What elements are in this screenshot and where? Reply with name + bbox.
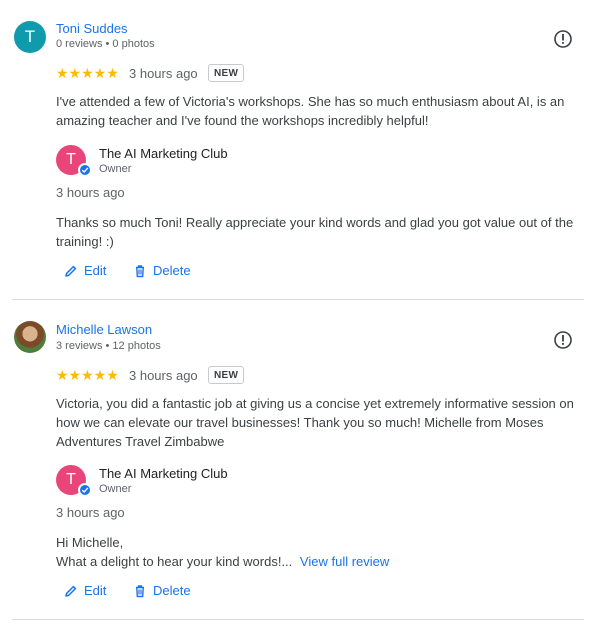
- pencil-icon: [65, 265, 77, 277]
- divider: [12, 619, 584, 620]
- edit-label: Edit: [84, 583, 107, 598]
- edit-button[interactable]: Edit: [64, 263, 106, 278]
- view-full-review-link[interactable]: View full review: [300, 554, 389, 569]
- review-time: 3 hours ago: [129, 368, 198, 383]
- divider: [12, 299, 584, 300]
- verified-check-icon: [78, 483, 92, 497]
- verified-check-icon: [78, 163, 92, 177]
- edit-button[interactable]: Edit: [64, 583, 106, 598]
- new-badge: NEW: [208, 366, 245, 384]
- star-rating: ★★★★★: [56, 65, 119, 81]
- review-time: 3 hours ago: [129, 66, 198, 81]
- report-icon[interactable]: [553, 330, 573, 350]
- reply-time: 3 hours ago: [56, 185, 125, 200]
- reviewer-avatar[interactable]: T: [14, 21, 46, 53]
- delete-button[interactable]: Delete: [133, 263, 191, 278]
- report-icon[interactable]: [553, 29, 573, 49]
- reply-text: Thanks so much Toni! Really appreciate y…: [56, 215, 574, 249]
- owner-role: Owner: [99, 483, 132, 495]
- reply-time: 3 hours ago: [56, 505, 125, 520]
- reviewer-meta: 3 reviews • 12 photos: [56, 340, 161, 352]
- pencil-icon: [65, 585, 77, 597]
- delete-button[interactable]: Delete: [133, 583, 191, 598]
- reviewer-name[interactable]: Toni Suddes: [56, 21, 128, 36]
- reviewer-meta: 0 reviews • 0 photos: [56, 38, 155, 50]
- star-rating: ★★★★★: [56, 367, 119, 383]
- delete-label: Delete: [153, 583, 191, 598]
- review-text: I've attended a few of Victoria's worksh…: [56, 94, 565, 128]
- new-badge: NEW: [208, 64, 245, 82]
- reply-text: Hi Michelle, What a delight to hear your…: [56, 533, 586, 571]
- edit-label: Edit: [84, 263, 107, 278]
- owner-role: Owner: [99, 163, 132, 175]
- delete-label: Delete: [153, 263, 191, 278]
- reviewer-name[interactable]: Michelle Lawson: [56, 322, 152, 337]
- review-text: Victoria, you did a fantastic job at giv…: [56, 396, 574, 449]
- trash-icon: [136, 264, 144, 277]
- owner-name: The AI Marketing Club: [99, 466, 228, 481]
- trash-icon: [136, 584, 144, 597]
- reply-excerpt: What a delight to hear your kind words!.…: [56, 554, 293, 569]
- reply-text-line: What a delight to hear your kind words!.…: [56, 552, 586, 571]
- reviewer-avatar[interactable]: [14, 321, 46, 353]
- reply-text-line: Hi Michelle,: [56, 535, 124, 550]
- owner-name: The AI Marketing Club: [99, 146, 228, 161]
